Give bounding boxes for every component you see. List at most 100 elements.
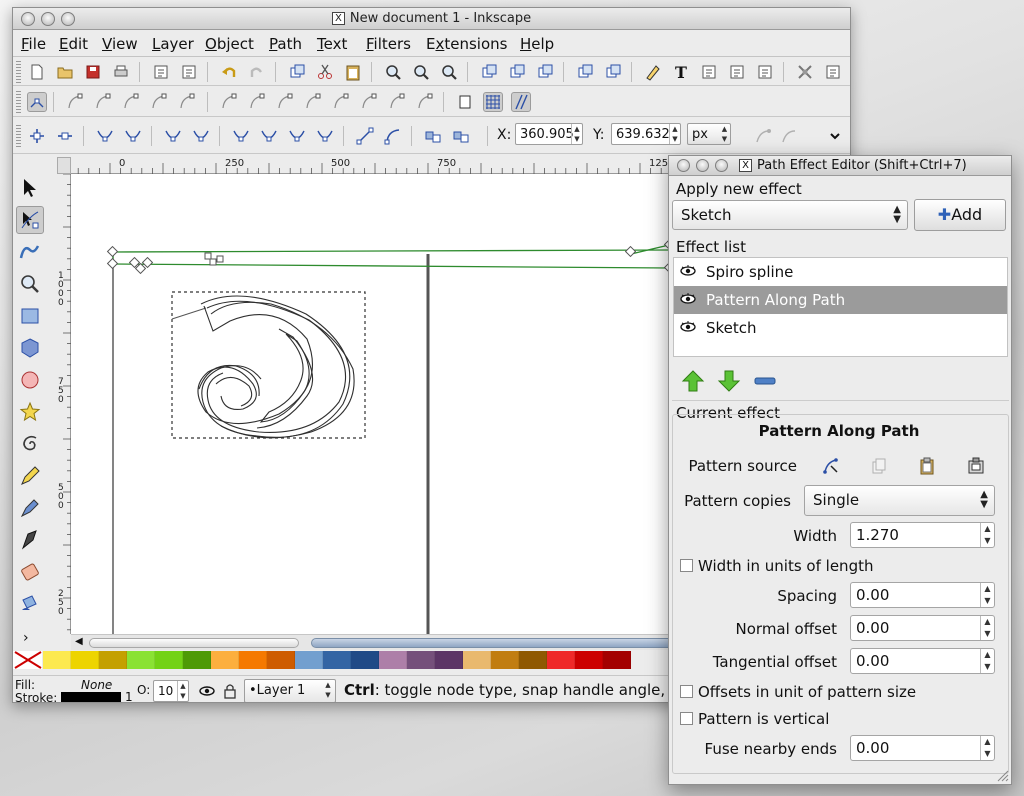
snap-smooth-nodes-icon[interactable] [331,92,351,112]
rect-tool-icon[interactable] [16,302,44,330]
effect-visible-eye-icon[interactable] [680,321,696,333]
redo-icon[interactable] [247,62,267,82]
menu-help[interactable]: Help [520,35,554,53]
cusp-node-icon[interactable] [231,126,251,146]
join-segment-icon[interactable] [163,126,183,146]
menu-filters[interactable]: Filters [366,35,411,53]
snap-page-border-icon[interactable] [455,92,475,112]
color-swatch[interactable] [183,651,211,669]
normal-offset-spin-buttons[interactable]: ▲ ▼ [980,616,994,640]
stroke-to-path-icon[interactable] [451,126,471,146]
width-input[interactable]: 1.270 ▲ ▼ [850,522,995,548]
print-icon[interactable] [111,62,131,82]
color-swatch[interactable] [211,651,239,669]
snap-object-center-icon[interactable] [387,92,407,112]
preferences-icon[interactable] [795,62,815,82]
snap-bbox-center-icon[interactable] [177,92,197,112]
tangential-offset-input[interactable]: 0.00 ▲ ▼ [850,648,995,674]
current-layer-select[interactable]: •Layer 1 ▲ ▼ [244,679,336,702]
duplicate-icon[interactable] [479,62,499,82]
snap-cusp-nodes-icon[interactable] [303,92,323,112]
snap-toggle-icon[interactable] [27,92,47,112]
snap-grids-icon[interactable] [483,92,503,112]
pencil-tool-icon[interactable] [16,462,44,490]
tangential-offset-spin-buttons[interactable]: ▲ ▼ [980,649,994,673]
color-swatch[interactable] [575,651,603,669]
zoom-tool-icon[interactable] [16,270,44,298]
spiral-tool-icon[interactable] [16,430,44,458]
open-icon[interactable] [55,62,75,82]
tweak-tool-icon[interactable] [16,238,44,266]
to-line-icon[interactable] [355,126,375,146]
zoom-selection-icon[interactable] [383,62,403,82]
effect-list-item[interactable]: Sketch [674,314,1007,342]
dialog-close-button[interactable] [677,159,690,172]
3d-box-tool-icon[interactable] [16,334,44,362]
fuse-spin-buttons[interactable]: ▲ ▼ [980,736,994,760]
x-spin-buttons[interactable]: ▲ ▼ [571,124,582,144]
symmetric-node-icon[interactable] [287,126,307,146]
export-icon[interactable] [179,62,199,82]
effect-type-select[interactable]: Sketch ▲ ▼ [672,200,908,230]
fuse-nearby-ends-input[interactable]: 0.00 ▲ ▼ [850,735,995,761]
color-swatch[interactable] [547,651,575,669]
delete-segment-icon[interactable] [191,126,211,146]
color-swatch[interactable] [603,651,631,669]
paste-pattern-icon[interactable] [917,456,937,476]
color-swatch[interactable] [463,651,491,669]
offsets-in-pattern-units-checkbox[interactable] [680,685,693,698]
to-curve-icon[interactable] [383,126,403,146]
toolbar-grip[interactable] [16,61,21,83]
auto-smooth-node-icon[interactable] [315,126,335,146]
cut-icon[interactable] [315,62,335,82]
color-swatch[interactable] [435,651,463,669]
x-coordinate-input[interactable]: 360.905 ▲ ▼ [515,123,583,145]
snap-bbox-icon[interactable] [65,92,85,112]
color-swatch[interactable] [239,651,267,669]
pen-tool-icon[interactable] [16,494,44,522]
add-effect-button[interactable]: ✚Add [914,199,1006,231]
import-icon[interactable] [151,62,171,82]
undo-icon[interactable] [219,62,239,82]
selector-tool-icon[interactable] [16,174,44,202]
color-swatch[interactable] [71,651,99,669]
menu-layer[interactable]: Layer [152,35,194,53]
stroke-width-value[interactable]: 1 [125,690,133,702]
move-up-arrow-icon[interactable] [681,369,705,393]
show-outline-icon[interactable] [779,126,799,146]
y-spin-buttons[interactable]: ▲ ▼ [669,124,680,144]
snap-guides-icon[interactable] [511,92,531,112]
width-spin-buttons[interactable]: ▲ ▼ [980,523,994,547]
layers-icon[interactable] [699,62,719,82]
pattern-is-vertical-checkbox[interactable] [680,712,693,725]
color-swatch[interactable] [99,651,127,669]
snap-bbox-midpoints-icon[interactable] [149,92,169,112]
snap-paths-icon[interactable] [247,92,267,112]
snap-rotation-center-icon[interactable] [415,92,435,112]
snap-bbox-edges-icon[interactable] [93,92,113,112]
layer-visibility-eye-icon[interactable] [197,681,217,701]
color-swatch[interactable] [155,651,183,669]
opacity-spin-buttons[interactable]: ▲ ▼ [177,681,188,701]
effect-visible-eye-icon[interactable] [680,265,696,277]
color-swatch[interactable] [491,651,519,669]
menu-extensions[interactable]: Extensions [426,35,507,53]
toolbar-grip[interactable] [16,125,21,147]
menu-path[interactable]: Path [269,35,302,53]
resize-grip-icon[interactable] [997,770,1009,782]
save-icon[interactable] [83,62,103,82]
toolbox-expand-icon[interactable]: › [23,630,29,646]
star-tool-icon[interactable] [16,398,44,426]
xml-editor-icon[interactable] [727,62,747,82]
effect-list-item[interactable]: Spiro spline [674,258,1007,286]
remove-effect-icon[interactable] [753,369,777,393]
calligraphy-tool-icon[interactable] [16,526,44,554]
clone-icon[interactable] [507,62,527,82]
show-handles-icon[interactable] [753,126,773,146]
color-swatch[interactable] [379,651,407,669]
copy-icon[interactable] [287,62,307,82]
y-coordinate-input[interactable]: 639.632 ▲ ▼ [611,123,681,145]
vertical-ruler[interactable]: 1000750500250 [57,174,71,634]
snap-nodes-icon[interactable] [219,92,239,112]
scroll-left-icon[interactable]: ◀ [75,636,83,647]
